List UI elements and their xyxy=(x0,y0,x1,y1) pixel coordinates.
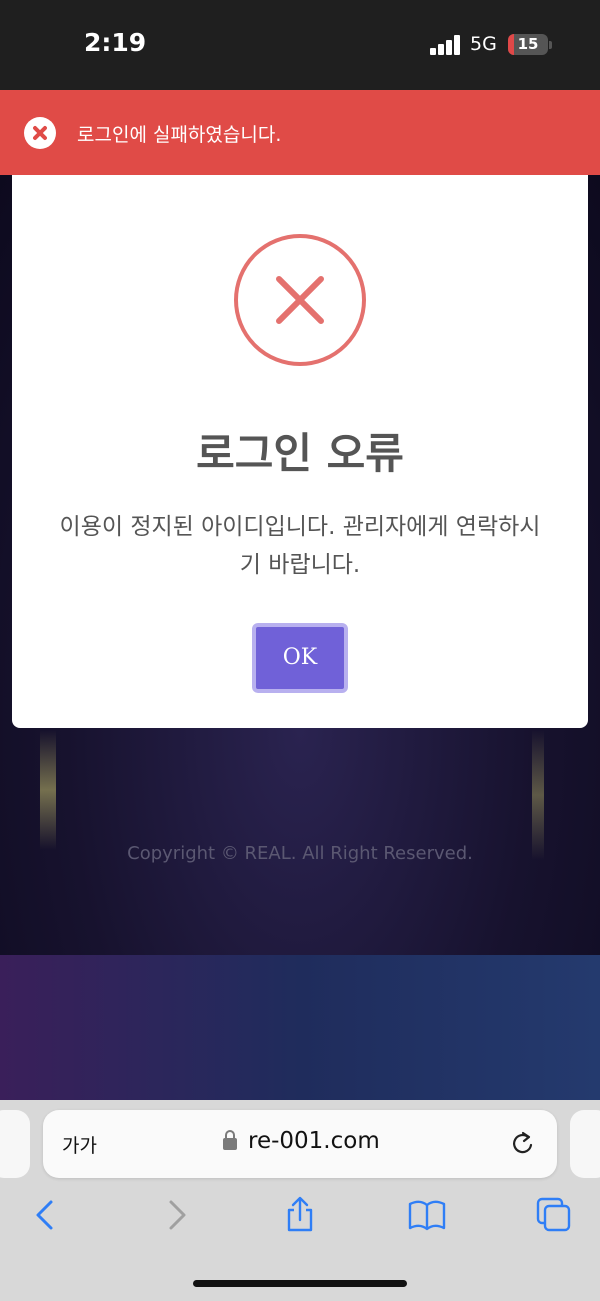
next-tab-preview[interactable] xyxy=(570,1110,600,1178)
url-text[interactable]: re-001.com xyxy=(248,1128,380,1154)
previous-tab-preview[interactable] xyxy=(0,1110,30,1178)
status-time: 2:19 xyxy=(84,28,147,57)
network-label: 5G xyxy=(470,33,497,55)
lock-icon xyxy=(223,1130,237,1150)
light-beam xyxy=(532,730,544,860)
close-icon[interactable] xyxy=(24,117,56,149)
text-size-button[interactable]: 가가 xyxy=(62,1131,97,1158)
tabs-icon[interactable] xyxy=(534,1195,574,1235)
back-icon[interactable] xyxy=(26,1195,66,1235)
ok-button[interactable]: OK xyxy=(252,623,348,693)
copyright-text: Copyright © REAL. All Right Reserved. xyxy=(127,843,473,864)
battery-icon: 15 xyxy=(508,34,548,55)
forward-icon[interactable] xyxy=(156,1195,196,1235)
error-x-icon xyxy=(234,234,366,366)
page-floor xyxy=(0,955,600,1100)
bookmarks-icon[interactable] xyxy=(407,1195,447,1235)
toast-message: 로그인에 실패하였습니다. xyxy=(77,124,282,146)
share-icon[interactable] xyxy=(280,1195,320,1235)
reload-icon[interactable] xyxy=(510,1130,536,1158)
home-indicator xyxy=(193,1280,407,1287)
signal-icon xyxy=(430,35,462,55)
dialog-message: 이용이 정지된 아이디입니다. 관리자에게 연락하시기 바랍니다. xyxy=(59,514,541,578)
dialog-title: 로그인 오류 xyxy=(196,429,404,478)
light-beam xyxy=(40,730,56,850)
battery-level: 15 xyxy=(517,35,539,53)
